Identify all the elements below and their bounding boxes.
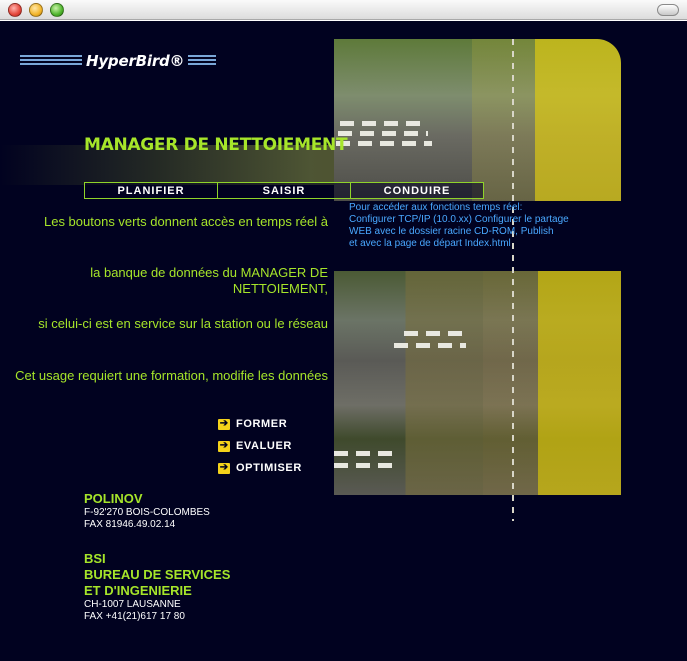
- intro-paragraph-4: Cet usage requiert une formation, modifi…: [15, 368, 328, 383]
- former-link[interactable]: ➔ FORMER: [218, 413, 333, 435]
- info-line-3: WEB avec le dossier racine CD-ROM, Publi…: [349, 226, 554, 237]
- evaluer-label: EVALUER: [236, 440, 292, 452]
- info-line-1: Pour accéder aux fonctions temps réel:: [349, 202, 523, 213]
- minimize-window-button[interactable]: [29, 3, 43, 17]
- toolbar-toggle-button[interactable]: [657, 4, 679, 16]
- window-titlebar: [0, 0, 687, 20]
- info-line-2: Configurer TCP/IP (10.0.xx) Configurer l…: [349, 214, 569, 225]
- close-window-button[interactable]: [8, 3, 22, 17]
- arrow-right-icon: ➔: [218, 462, 230, 474]
- bsi-name: BSI: [84, 551, 106, 566]
- main-nav: PLANIFIER SAISIR CONDUIRE: [84, 182, 484, 199]
- page-title: MANAGER DE NETTOIEMENT: [84, 135, 348, 155]
- bsi-fullname-1: BUREAU DE SERVICES: [84, 567, 231, 582]
- polinov-city: F-92'270 BOIS-COLOMBES: [84, 507, 210, 518]
- arrow-right-icon: ➔: [218, 440, 230, 452]
- arrow-right-icon: ➔: [218, 418, 230, 430]
- optimiser-link[interactable]: ➔ OPTIMISER: [218, 457, 333, 479]
- bsi-fax: FAX +41(21)617 17 80: [84, 611, 185, 622]
- bsi-city: CH-1007 LAUSANNE: [84, 599, 181, 610]
- street-photo-middle: [334, 271, 621, 495]
- polinov-name: POLINOV: [84, 491, 143, 506]
- street-photo-top: [334, 39, 621, 201]
- page-content: HyperBird® MANAGER DE NETTOIEMENT PLANIF…: [0, 21, 687, 661]
- tab-saisir[interactable]: SAISIR: [218, 183, 351, 198]
- road-center-line: [512, 39, 514, 521]
- former-label: FORMER: [236, 418, 288, 430]
- hyperbird-logo: HyperBird®: [20, 51, 220, 73]
- address-polinov: POLINOV F-92'270 BOIS-COLOMBES FAX 81946…: [84, 491, 210, 531]
- logo-text: HyperBird®: [82, 51, 189, 71]
- realtime-info: Pour accéder aux fonctions temps réel: C…: [349, 202, 639, 250]
- intro-paragraph-1: Les boutons verts donnent accès en temps…: [43, 214, 328, 229]
- info-line-4: et avec la page de départ Index.html: [349, 238, 511, 249]
- bsi-fullname-2: ET D'INGENIERIE: [84, 583, 192, 598]
- action-links: ➔ FORMER ➔ EVALUER ➔ OPTIMISER: [218, 413, 333, 479]
- zoom-window-button[interactable]: [50, 3, 64, 17]
- polinov-fax: FAX 81946.49.02.14: [84, 519, 176, 530]
- evaluer-link[interactable]: ➔ EVALUER: [218, 435, 333, 457]
- address-bsi: BSI BUREAU DE SERVICES ET D'INGENIERIE C…: [84, 551, 230, 623]
- tab-conduire[interactable]: CONDUIRE: [351, 183, 483, 198]
- tab-planifier[interactable]: PLANIFIER: [85, 183, 218, 198]
- optimiser-label: OPTIMISER: [236, 462, 302, 474]
- intro-paragraph-2: la banque de données du MANAGER DE NETTO…: [90, 265, 328, 296]
- intro-paragraph-3: si celui-ci est en service sur la statio…: [38, 316, 328, 331]
